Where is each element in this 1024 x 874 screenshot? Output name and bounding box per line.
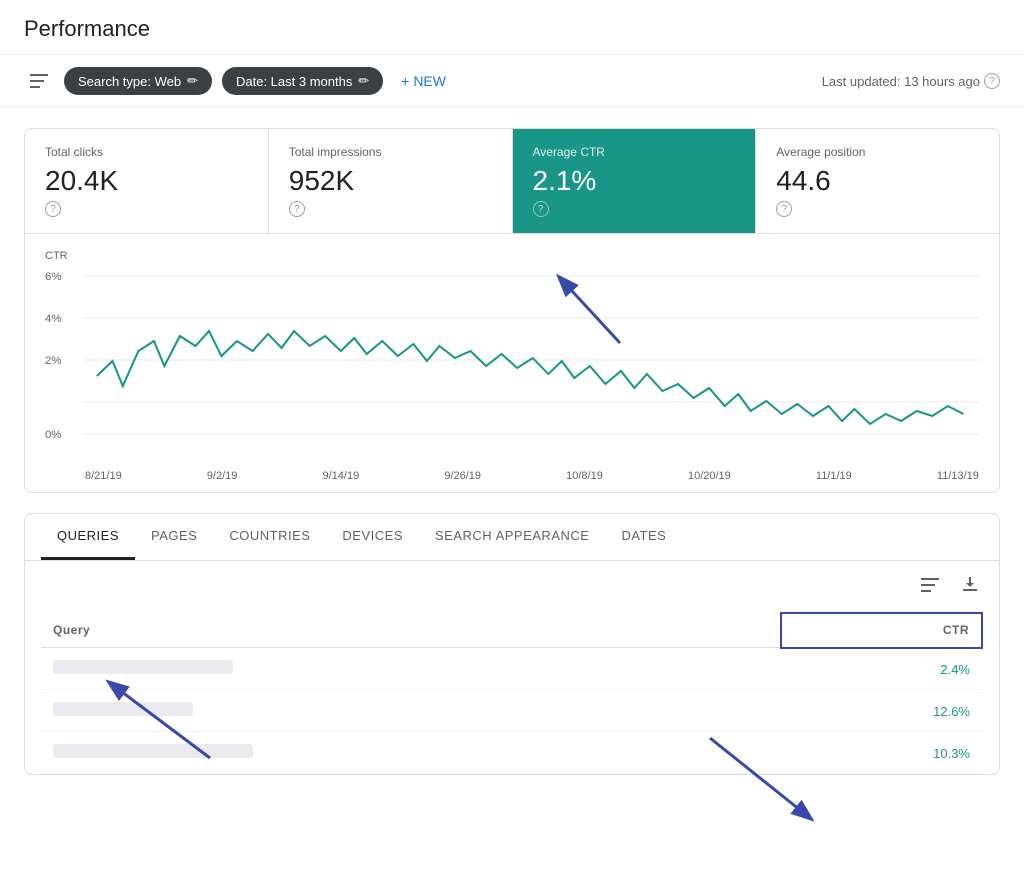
metrics-row: Total clicks 20.4K ? Total impressions 9… (25, 129, 999, 234)
metric-label-position: Average position (776, 145, 979, 159)
ctr-value-2: 12.6% (933, 704, 970, 719)
chart-container: 6% 4% 2% 0% (45, 266, 979, 466)
page-title: Performance (24, 16, 1000, 42)
new-button[interactable]: + NEW (393, 67, 454, 95)
col-header-query-label: Query (53, 623, 90, 637)
ctr-value-1: 2.4% (940, 662, 970, 677)
x-label-7: 11/1/19 (816, 470, 852, 482)
metric-value-clicks: 20.4K (45, 165, 248, 197)
help-icon[interactable]: ? (984, 73, 1000, 89)
svg-text:2%: 2% (45, 355, 62, 367)
x-label-6: 10/20/19 (688, 470, 731, 482)
x-label-1: 8/21/19 (85, 470, 122, 482)
ctr-cell-3: 10.3% (781, 732, 982, 774)
filter-button[interactable] (24, 70, 54, 92)
tab-dates-label: DATES (621, 528, 666, 543)
x-label-5: 10/8/19 (566, 470, 603, 482)
query-cell-1 (41, 648, 781, 690)
tab-devices-label: DEVICES (342, 528, 403, 543)
metric-cell-clicks[interactable]: Total clicks 20.4K ? (25, 129, 269, 233)
table-container: Query CTR (25, 612, 999, 774)
metric-label-impressions: Total impressions (289, 145, 492, 159)
metric-cell-impressions[interactable]: Total impressions 952K ? (269, 129, 513, 233)
page-header: Performance (0, 0, 1024, 55)
filter-icon (30, 74, 48, 88)
chart-area: CTR 6% 4% 2% 0% (25, 234, 999, 492)
tab-pages[interactable]: PAGES (135, 514, 213, 560)
ctr-cell-1: 2.4% (781, 648, 982, 690)
date-label: Date: Last 3 months (236, 74, 352, 89)
filter-table-button[interactable] (917, 571, 943, 602)
last-updated-text: Last updated: 13 hours ago (822, 74, 980, 89)
filter-table-icon (921, 578, 939, 592)
edit-icon: ✏ (187, 73, 198, 89)
col-header-query[interactable]: Query (41, 613, 781, 648)
help-icon-impressions[interactable]: ? (289, 201, 305, 217)
chart-y-label: CTR (45, 250, 979, 262)
metric-cell-position[interactable]: Average position 44.6 ? (756, 129, 999, 233)
download-button[interactable] (957, 571, 983, 602)
query-text-1 (53, 660, 233, 674)
table-header-row: Query CTR (41, 613, 982, 648)
help-icon-clicks[interactable]: ? (45, 201, 61, 217)
metric-value-impressions: 952K (289, 165, 492, 197)
tab-countries[interactable]: COUNTRIES (213, 514, 326, 560)
data-table: Query CTR (41, 612, 983, 774)
table-row: 10.3% (41, 732, 982, 774)
query-cell-2 (41, 690, 781, 732)
x-label-3: 9/14/19 (323, 470, 360, 482)
x-label-4: 9/26/19 (444, 470, 481, 482)
main-content: Total clicks 20.4K ? Total impressions 9… (0, 108, 1024, 795)
ctr-cell-2: 12.6% (781, 690, 982, 732)
metric-value-ctr: 2.1% (533, 165, 736, 197)
table-row: 12.6% (41, 690, 982, 732)
table-row: 2.4% (41, 648, 982, 690)
metric-label-ctr: Average CTR (533, 145, 736, 159)
date-chip[interactable]: Date: Last 3 months ✏ (222, 67, 383, 95)
query-text-3 (53, 744, 253, 758)
svg-text:6%: 6% (45, 271, 62, 283)
query-text-2 (53, 702, 193, 716)
col-header-ctr[interactable]: CTR (781, 613, 982, 648)
new-button-label: + NEW (401, 73, 446, 89)
tab-countries-label: COUNTRIES (229, 528, 310, 543)
table-toolbar (25, 561, 999, 612)
ctr-value-3: 10.3% (933, 746, 970, 761)
tab-pages-label: PAGES (151, 528, 197, 543)
x-label-2: 9/2/19 (207, 470, 238, 482)
tab-dates[interactable]: DATES (605, 514, 682, 560)
col-header-ctr-label: CTR (943, 623, 969, 637)
search-type-chip[interactable]: Search type: Web ✏ (64, 67, 212, 95)
last-updated: Last updated: 13 hours ago ? (822, 73, 1000, 89)
tab-queries[interactable]: QUERIES (41, 514, 135, 560)
help-icon-ctr[interactable]: ? (533, 201, 549, 217)
search-type-label: Search type: Web (78, 74, 181, 89)
metric-value-position: 44.6 (776, 165, 979, 197)
edit-icon-date: ✏ (358, 73, 369, 89)
metric-cell-ctr[interactable]: Average CTR 2.1% ? (513, 129, 757, 233)
help-icon-position[interactable]: ? (776, 201, 792, 217)
bottom-panel: QUERIES PAGES COUNTRIES DEVICES SEARCH A… (24, 513, 1000, 775)
svg-text:0%: 0% (45, 429, 62, 441)
metric-label-clicks: Total clicks (45, 145, 248, 159)
tabs-row: QUERIES PAGES COUNTRIES DEVICES SEARCH A… (25, 514, 999, 561)
query-cell-3 (41, 732, 781, 774)
svg-text:4%: 4% (45, 313, 62, 325)
tab-devices[interactable]: DEVICES (326, 514, 419, 560)
tab-search-appearance[interactable]: SEARCH APPEARANCE (419, 514, 605, 560)
tab-search-appearance-label: SEARCH APPEARANCE (435, 528, 589, 543)
page-wrapper: Performance Search type: Web ✏ Date: Las… (0, 0, 1024, 874)
chart-svg: 6% 4% 2% 0% (45, 266, 979, 466)
metrics-card: Total clicks 20.4K ? Total impressions 9… (24, 128, 1000, 493)
chart-x-labels: 8/21/19 9/2/19 9/14/19 9/26/19 10/8/19 1… (45, 466, 979, 482)
toolbar: Search type: Web ✏ Date: Last 3 months ✏… (0, 55, 1024, 108)
download-icon (961, 575, 979, 593)
x-label-8: 11/13/19 (937, 470, 979, 482)
tab-queries-label: QUERIES (57, 528, 119, 543)
